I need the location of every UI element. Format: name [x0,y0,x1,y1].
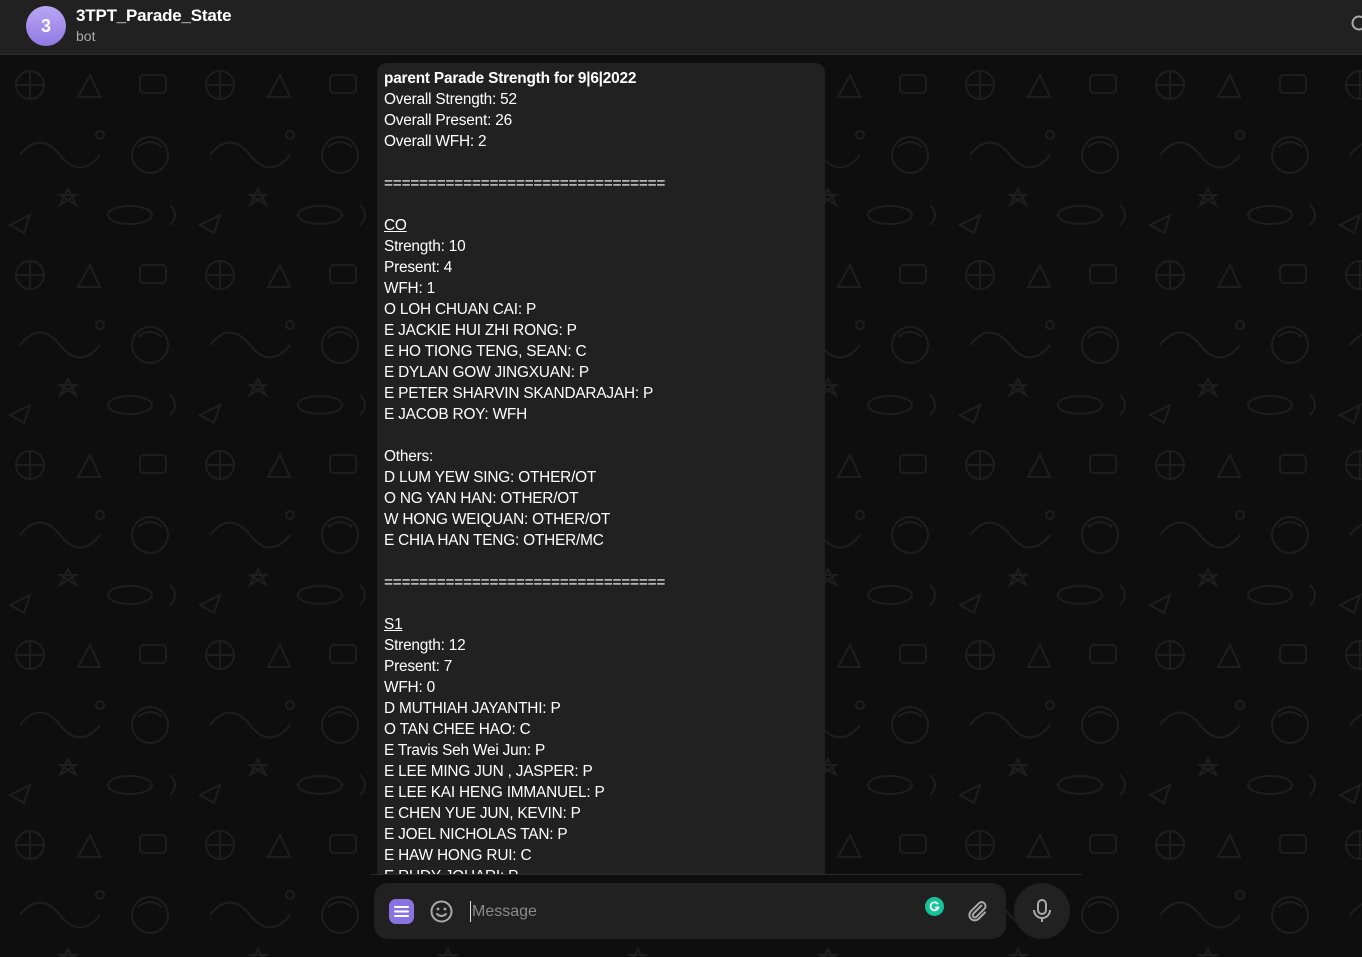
message-line: E JACKIE HUI ZHI RONG: P [384,322,577,339]
message-line: E LEE KAI HENG IMMANUEL: P [384,784,605,801]
text-cursor [470,901,471,922]
microphone-icon [1033,899,1051,922]
message-input[interactable] [470,897,904,927]
grammarly-g-glyph [929,901,940,912]
chat-avatar[interactable]: 3 [26,6,66,46]
message-bubble[interactable]: parent Parade Strength for 9|6|2022 Overa… [377,63,825,875]
message-line: E PETER SHARVIN SKANDARAJAH: P [384,385,654,402]
message-line: Present: 4 [384,259,453,276]
message-title: parent Parade Strength for 9|6|2022 [384,70,637,87]
message-line [384,152,818,173]
telegram-app: 3 3TPT_Parade_State bot parent Parade St… [0,0,1362,957]
message-line: O LOH CHUAN CAI: P [384,301,537,318]
message-line: WFH: 1 [384,280,435,297]
message-line: WFH: 0 [384,679,435,696]
message-line: O TAN CHEE HAO: C [384,721,531,738]
paperclip-icon[interactable] [965,899,989,923]
message-line: Present: 7 [384,658,453,675]
message-line: Others: [384,448,434,465]
message-line: E JACOB ROY: WFH [384,406,528,423]
message-line: E HO TIONG TENG, SEAN: C [384,343,587,360]
message-line: Strength: 12 [384,637,466,654]
message-line: E HAW HONG RUI: C [384,847,532,864]
message-line: E DYLAN GOW JINGXUAN: P [384,364,589,381]
message-composer [374,883,1006,939]
emoji-icon[interactable] [429,899,454,924]
composer-divider [370,874,1082,875]
message-line [384,194,818,215]
chat-subtitle: bot [76,28,96,44]
chat-header[interactable]: 3 3TPT_Parade_State bot [0,0,1362,55]
message-text: parent Parade Strength for 9|6|2022 Overa… [377,63,825,875]
message-line: W HONG WEIQUAN: OTHER/OT [384,511,611,528]
message-line: E JOEL NICHOLAS TAN: P [384,826,568,843]
message-line [384,593,818,614]
message-line: Overall Present: 26 [384,112,512,129]
voice-record-button[interactable] [1014,883,1070,939]
message-line: E LEE MING JUN , JASPER: P [384,763,593,780]
message-line: ================================ [384,574,666,591]
message-line: E CHIA HAN TENG: OTHER/MC [384,532,604,549]
message-line: O NG YAN HAN: OTHER/OT [384,490,579,507]
search-icon[interactable] [1350,14,1362,34]
message-line: ================================ [384,175,666,192]
grammarly-icon[interactable] [925,897,944,916]
bot-menu-button[interactable] [389,899,414,924]
message-line: Strength: 10 [384,238,466,255]
section-heading: S1 [384,616,403,633]
message-line: Overall Strength: 52 [384,91,517,108]
message-line: E CHEN YUE JUN, KEVIN: P [384,805,581,822]
message-line [384,551,818,572]
message-line: D MUTHIAH JAYANTHI: P [384,700,561,717]
message-line: E Travis Seh Wei Jun: P [384,742,546,759]
message-line [384,425,818,446]
message-line: Overall WFH: 2 [384,133,487,150]
message-line: D LUM YEW SING: OTHER/OT [384,469,597,486]
chat-title[interactable]: 3TPT_Parade_State [76,6,232,26]
section-heading: CO [384,217,407,234]
bot-menu-icon [394,906,409,917]
